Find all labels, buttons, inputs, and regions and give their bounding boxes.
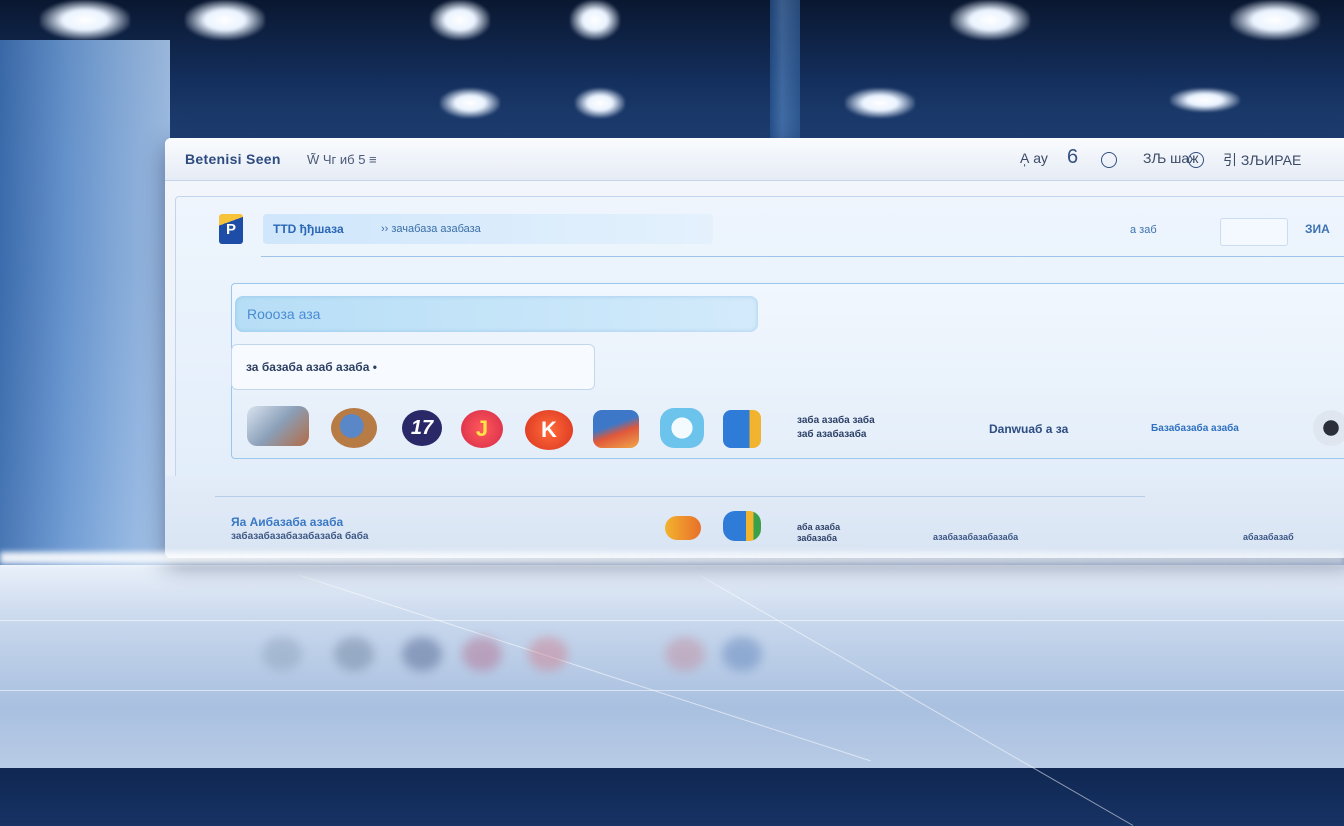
- ceiling-light: [575, 88, 625, 118]
- titlebar-number[interactable]: 6: [1067, 146, 1078, 169]
- brand-label[interactable]: Danwuаб а за: [989, 422, 1068, 436]
- bottom-subtitle: забазабазабазабазаба баба: [231, 531, 369, 542]
- bottom-tail[interactable]: абазабазаб: [1243, 530, 1294, 544]
- letter-k-icon[interactable]: K: [525, 410, 573, 450]
- icon-reflection: [262, 637, 302, 671]
- ceiling-light: [40, 0, 130, 40]
- icon-reflection: [665, 637, 705, 671]
- address-bar[interactable]: TTD ђђшаза ›› зачабаза азабаза: [263, 214, 713, 244]
- panel-meta-line2: заб азабазаба: [797, 429, 867, 440]
- titlebar-menu-a[interactable]: A̩ ау: [1020, 150, 1048, 166]
- panel-link[interactable]: Базабазаба азаба: [1151, 422, 1239, 436]
- app-logo[interactable]: P: [219, 214, 243, 244]
- bottom-meta-line1: аба азаба: [797, 522, 841, 532]
- number-17-icon[interactable]: 17: [402, 410, 442, 446]
- filter-dropdown[interactable]: за базаба азаб азаба •: [231, 344, 595, 390]
- icon-reflection: [462, 637, 502, 671]
- bottom-link[interactable]: азабазабазабазаба: [933, 530, 1018, 544]
- ceiling-light: [1170, 88, 1240, 112]
- icon-reflection: [528, 637, 568, 671]
- wall-pillar: [770, 0, 800, 140]
- icon-reflection: [402, 637, 442, 671]
- side-wall: [0, 40, 170, 570]
- circle-icon[interactable]: [1188, 152, 1204, 168]
- globe-coin-icon[interactable]: [331, 408, 377, 448]
- search-text: Roooза аза: [247, 306, 321, 322]
- ceiling-light: [570, 0, 620, 40]
- bottom-meta-line2: забазаба: [797, 533, 837, 543]
- address-label: TTD ђђшаза: [273, 222, 344, 236]
- disc-icon[interactable]: [1313, 410, 1344, 446]
- panel-meta: заба азаба заба заб азабазаба: [797, 414, 875, 442]
- title-bar: Betenisi Seen W̃ Чг иб 5 ≡ A̩ ау 6 ЗЉ ша…: [165, 138, 1344, 181]
- panel-meta-line1: заба азаба заба: [797, 415, 875, 426]
- titlebar-menu-c[interactable]: 引 ЗЉИРАЕ: [1223, 150, 1301, 170]
- ceiling-light: [440, 88, 500, 118]
- header-divider: [261, 256, 1344, 257]
- window-subtitle: W̃ Чг иб 5 ≡: [307, 152, 377, 167]
- letter-j-icon[interactable]: J: [461, 410, 503, 448]
- ceiling-light: [845, 88, 915, 118]
- floor-line: [0, 690, 1344, 691]
- bottom-meta: аба азаба забазаба: [797, 522, 840, 544]
- ceiling-light: [185, 0, 265, 40]
- ceiling-light: [950, 0, 1030, 40]
- floor-line: [0, 620, 1344, 621]
- fruit-app-icon[interactable]: [665, 516, 701, 540]
- photo-collage-icon[interactable]: [247, 406, 309, 446]
- address-text: ›› зачабаза азабаза: [381, 223, 481, 235]
- header-input-box[interactable]: [1220, 218, 1288, 246]
- robot-app-icon[interactable]: [660, 408, 704, 448]
- app-window: Betenisi Seen W̃ Чг иб 5 ≡ A̩ ау 6 ЗЉ ша…: [165, 138, 1344, 558]
- bottom-divider: [215, 496, 1145, 497]
- mountain-app-icon[interactable]: [593, 410, 639, 448]
- icon-reflection: [722, 637, 762, 671]
- ceiling-light: [1230, 0, 1320, 40]
- pen-app-icon[interactable]: [723, 410, 761, 448]
- header-tag[interactable]: ЗИА: [1305, 222, 1330, 236]
- search-input[interactable]: Roooза аза: [235, 296, 758, 332]
- dropdown-value: за базаба азаб азаба •: [246, 360, 377, 374]
- icon-reflection: [334, 637, 374, 671]
- bottom-title[interactable]: Яа Aибазаба азаба: [231, 515, 343, 529]
- circle-icon[interactable]: [1101, 152, 1117, 168]
- chart-app-icon[interactable]: [723, 511, 761, 541]
- window-glare: [0, 552, 1344, 564]
- ceiling-light: [430, 0, 490, 40]
- window-title: Betenisi Seen: [185, 151, 281, 167]
- header-right-text[interactable]: а заб: [1130, 224, 1157, 236]
